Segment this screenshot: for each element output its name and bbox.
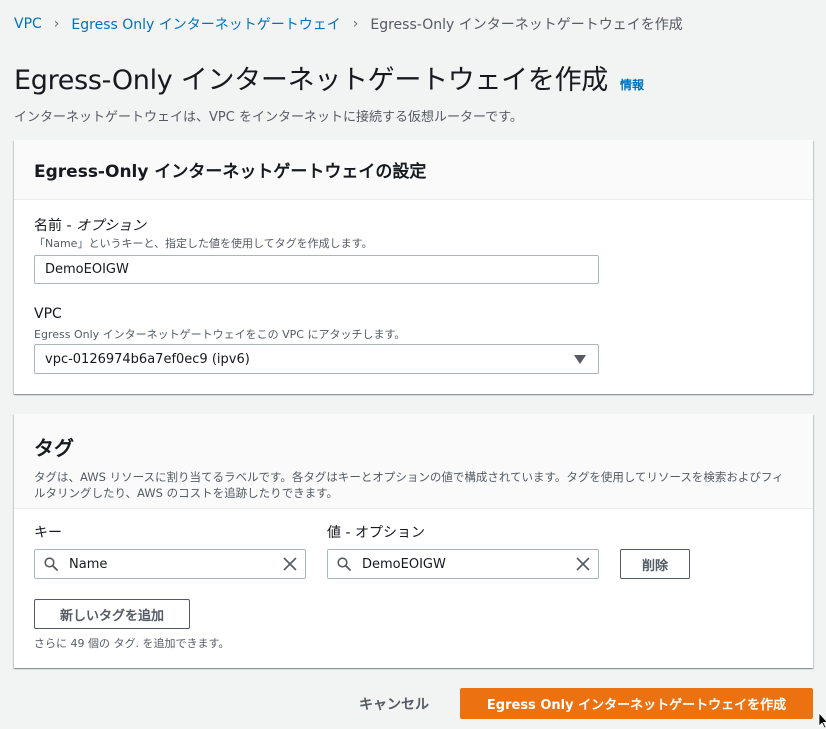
info-link[interactable]: 情報 bbox=[620, 76, 644, 93]
tags-panel-header: タグ タグは、AWS リソースに割り当てるラベルです。各タグはキーとオプションの… bbox=[14, 414, 813, 509]
settings-panel-header: Egress-Only インターネットゲートウェイの設定 bbox=[14, 140, 813, 200]
vpc-field-label: VPC bbox=[34, 306, 62, 322]
dropdown-caret-icon bbox=[574, 355, 586, 364]
name-input[interactable] bbox=[34, 255, 599, 284]
tags-description: タグは、AWS リソースに割り当てるラベルです。各タグはキーとオプションの値で構… bbox=[34, 470, 784, 500]
vpc-select-value: vpc-0126974b6a7ef0ec9 (ipv6) bbox=[45, 351, 250, 367]
add-tag-button[interactable]: 新しいタグを追加 bbox=[34, 599, 190, 629]
name-field-label: 名前 - オプション bbox=[34, 218, 146, 234]
clear-icon[interactable] bbox=[283, 557, 297, 571]
tag-limit-note: さらに 49 個の タグ. を追加できます。 bbox=[34, 637, 230, 650]
breadcrumb: VPC › Egress Only インターネットゲートウェイ › Egress… bbox=[14, 14, 683, 34]
page-title: Egress-Only インターネットゲートウェイを作成 bbox=[14, 65, 608, 96]
page-description: インターネットゲートウェイは、VPC をインターネットに接続する仮想ルーターです… bbox=[14, 110, 523, 125]
tag-key-input[interactable]: Name bbox=[34, 549, 306, 579]
tag-value-input[interactable]: DemoEOIGW bbox=[327, 549, 599, 579]
vpc-field-description: Egress Only インターネットゲートウェイをこの VPC にアタッチしま… bbox=[34, 328, 406, 341]
page-header: Egress-Only インターネットゲートウェイを作成 情報 bbox=[14, 58, 644, 97]
vpc-select[interactable]: vpc-0126974b6a7ef0ec9 (ipv6) bbox=[34, 344, 599, 374]
tags-panel: タグ タグは、AWS リソースに割り当てるラベルです。各タグはキーとオプションの… bbox=[14, 414, 813, 668]
tag-key-value: Name bbox=[69, 556, 108, 572]
tags-panel-title: タグ bbox=[34, 436, 74, 460]
chevron-right-icon: › bbox=[352, 16, 359, 32]
remove-tag-button[interactable]: 削除 bbox=[620, 549, 690, 579]
create-egress-only-igw-button[interactable]: Egress Only インターネットゲートウェイを作成 bbox=[460, 688, 813, 719]
name-field-description: 「Name」というキーと、指定した値を使用してタグを作成します。 bbox=[34, 237, 373, 250]
settings-panel-title: Egress-Only インターネットゲートウェイの設定 bbox=[34, 162, 427, 182]
breadcrumb-current: Egress-Only インターネットゲートウェイを作成 bbox=[370, 17, 683, 33]
tag-value-header: 値 - オプション bbox=[327, 525, 425, 541]
settings-panel: Egress-Only インターネットゲートウェイの設定 名前 - オプション … bbox=[14, 140, 813, 394]
cancel-button[interactable]: キャンセル bbox=[346, 688, 442, 720]
search-icon bbox=[44, 557, 58, 571]
breadcrumb-link-egress-only-igw[interactable]: Egress Only インターネットゲートウェイ bbox=[71, 14, 340, 34]
chevron-right-icon: › bbox=[53, 16, 60, 32]
tag-key-header: キー bbox=[34, 525, 62, 541]
search-icon bbox=[337, 557, 351, 571]
tag-value-value: DemoEOIGW bbox=[362, 556, 446, 572]
breadcrumb-link-vpc[interactable]: VPC bbox=[14, 16, 42, 32]
clear-icon[interactable] bbox=[576, 557, 590, 571]
mouse-cursor-icon bbox=[818, 712, 826, 729]
